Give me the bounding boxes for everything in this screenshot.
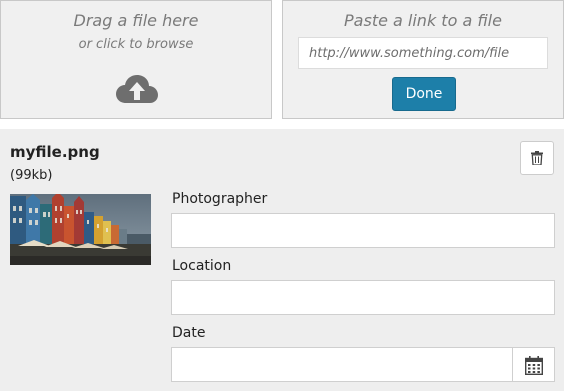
calendar-button[interactable] xyxy=(512,347,555,382)
photographer-label: Photographer xyxy=(172,191,268,207)
cloud-upload-icon xyxy=(116,75,158,103)
location-label: Location xyxy=(172,258,232,274)
date-label: Date xyxy=(172,325,206,341)
image-thumbnail xyxy=(10,194,151,265)
file-upload-page: Drag a file here or click to browse Past… xyxy=(0,0,564,391)
done-button[interactable]: Done xyxy=(392,77,456,111)
drag-drop-zone[interactable]: Drag a file here or click to browse xyxy=(0,0,272,119)
trash-icon xyxy=(531,151,543,165)
file-details-panel: myfile.png (99kb) Photographer Location … xyxy=(0,129,564,391)
file-size: (99kb) xyxy=(10,168,53,183)
delete-file-button[interactable] xyxy=(520,141,554,175)
location-input[interactable] xyxy=(171,280,555,315)
photographer-input[interactable] xyxy=(171,213,555,248)
calendar-icon xyxy=(525,356,543,375)
link-url-input[interactable] xyxy=(298,37,548,69)
file-name: myfile.png xyxy=(10,143,100,161)
date-input[interactable] xyxy=(171,347,513,382)
paste-link-panel: Paste a link to a file Done xyxy=(282,0,564,119)
drag-title: Drag a file here xyxy=(73,11,199,30)
browse-hint: or click to browse xyxy=(78,37,194,52)
paste-link-title: Paste a link to a file xyxy=(344,11,502,30)
